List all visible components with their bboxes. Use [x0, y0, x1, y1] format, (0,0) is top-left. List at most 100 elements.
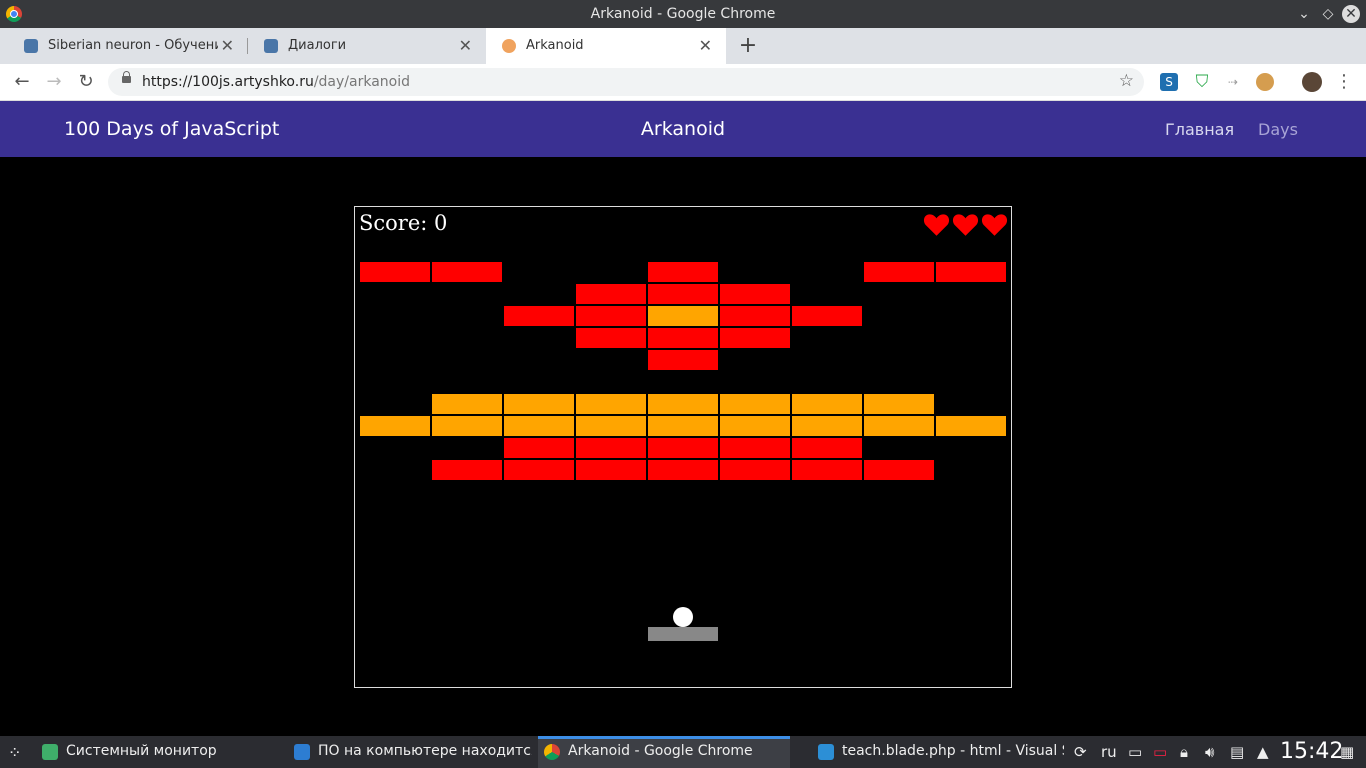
brick: [432, 460, 502, 480]
clipboard-icon[interactable]: ▤: [1230, 743, 1244, 761]
brick: [648, 262, 718, 282]
brick: [720, 284, 790, 304]
brick: [792, 416, 862, 436]
shield-icon[interactable]: ⛉: [1193, 73, 1211, 91]
browser-toolbar: ← → ↻ https://100js.artyshko.ru/day/arka…: [0, 64, 1366, 101]
brick: [576, 284, 646, 304]
brick: [648, 438, 718, 458]
close-tab-icon[interactable]: ✕: [699, 36, 712, 55]
task-vscode[interactable]: teach.blade.php - html - Visual Stu...: [812, 736, 1066, 768]
extension-s-icon[interactable]: S: [1160, 73, 1178, 91]
brick: [720, 438, 790, 458]
brick: [720, 416, 790, 436]
brick: [792, 306, 862, 326]
volume-icon[interactable]: 🔊︎: [1205, 743, 1214, 761]
lock-icon: [122, 71, 131, 83]
brick: [576, 328, 646, 348]
brick: [936, 416, 1006, 436]
heart-icon: [952, 214, 979, 236]
brick: [720, 460, 790, 480]
brick: [648, 350, 718, 370]
task-chrome[interactable]: Arkanoid - Google Chrome: [538, 736, 790, 768]
game-canvas[interactable]: Score: 0: [354, 206, 1012, 688]
nav-link-days[interactable]: Days: [1258, 120, 1298, 139]
url-text: https://100js.artyshko.ru/day/arkanoid: [142, 74, 411, 90]
show-desktop-icon[interactable]: ▦: [1340, 743, 1354, 761]
lives-indicator: [921, 211, 1008, 242]
chrome-icon: [544, 744, 560, 760]
task-software-center[interactable]: ПО на компьютере находится в ...: [288, 736, 536, 768]
brick: [360, 416, 430, 436]
brick: [648, 460, 718, 480]
tab-arkanoid[interactable]: Arkanoid ✕: [486, 28, 726, 64]
score-text: Score: 0: [359, 211, 448, 235]
site-navbar: 100 Days of JavaScript Arkanoid Главная …: [0, 101, 1366, 157]
tray-expand-icon[interactable]: ▲: [1257, 743, 1269, 761]
brick: [936, 262, 1006, 282]
bookmark-star-icon[interactable]: ☆: [1119, 71, 1134, 91]
brick: [504, 416, 574, 436]
maximize-icon[interactable]: ◇: [1318, 4, 1338, 24]
taskbar: ⁘ Системный монитор ПО на компьютере нах…: [0, 736, 1366, 768]
brick: [576, 438, 646, 458]
clock[interactable]: 15:42: [1280, 739, 1343, 764]
store-icon: [294, 744, 310, 760]
back-icon[interactable]: ←: [10, 70, 34, 94]
close-tab-icon[interactable]: ✕: [459, 36, 472, 55]
brick: [648, 306, 718, 326]
chat-icon: [264, 39, 278, 53]
brick: [576, 416, 646, 436]
brick: [648, 284, 718, 304]
tab-label: Диалоги: [288, 38, 347, 53]
extension-arrows-icon[interactable]: ⇢: [1224, 73, 1242, 91]
reload-icon[interactable]: ↻: [74, 70, 98, 94]
brick: [720, 394, 790, 414]
forward-icon[interactable]: →: [42, 70, 66, 94]
paddle: [648, 627, 718, 641]
brick: [360, 262, 430, 282]
person-icon: [502, 39, 516, 53]
vk-icon: [24, 39, 38, 53]
brick: [504, 394, 574, 414]
keyboard-layout[interactable]: ru: [1101, 743, 1117, 761]
brick: [648, 328, 718, 348]
brick: [792, 394, 862, 414]
brick: [864, 416, 934, 436]
brick: [576, 306, 646, 326]
close-tab-icon[interactable]: ✕: [221, 36, 234, 55]
brick: [864, 460, 934, 480]
address-bar[interactable]: https://100js.artyshko.ru/day/arkanoid ☆: [108, 68, 1144, 96]
brick: [720, 306, 790, 326]
sync-icon[interactable]: ⟳: [1074, 743, 1087, 761]
heart-icon: [981, 214, 1008, 236]
brick: [648, 416, 718, 436]
brick: [504, 460, 574, 480]
brick: [792, 438, 862, 458]
battery-icon[interactable]: ▭: [1153, 743, 1167, 761]
close-window-icon[interactable]: ✕: [1342, 5, 1360, 23]
menu-icon[interactable]: ⋮: [1332, 70, 1356, 94]
brick: [864, 262, 934, 282]
heart-icon: [923, 214, 950, 236]
display-icon[interactable]: ▭: [1128, 743, 1142, 761]
brick: [576, 394, 646, 414]
brick: [720, 328, 790, 348]
tab-dialogs[interactable]: Диалоги ✕: [248, 28, 486, 64]
tab-siberian-neuron[interactable]: Siberian neuron - Обучение с ✕: [8, 28, 248, 64]
new-tab-icon[interactable]: +: [736, 32, 760, 60]
nav-link-home[interactable]: Главная: [1165, 120, 1234, 139]
brick: [648, 394, 718, 414]
chart-icon: [42, 744, 58, 760]
vscode-icon: [818, 744, 834, 760]
avatar[interactable]: [1302, 72, 1322, 92]
app-launcher-icon[interactable]: ⁘: [8, 743, 21, 762]
minimize-icon[interactable]: ⌄: [1294, 4, 1314, 24]
brick: [432, 416, 502, 436]
ball: [673, 607, 693, 627]
brick: [864, 394, 934, 414]
tab-label: Siberian neuron - Обучение с: [48, 38, 218, 53]
task-system-monitor[interactable]: Системный монитор: [36, 736, 284, 768]
cookie-icon[interactable]: [1256, 73, 1274, 91]
lock-screen-icon[interactable]: 🔒︎: [1180, 743, 1188, 761]
brick: [792, 460, 862, 480]
